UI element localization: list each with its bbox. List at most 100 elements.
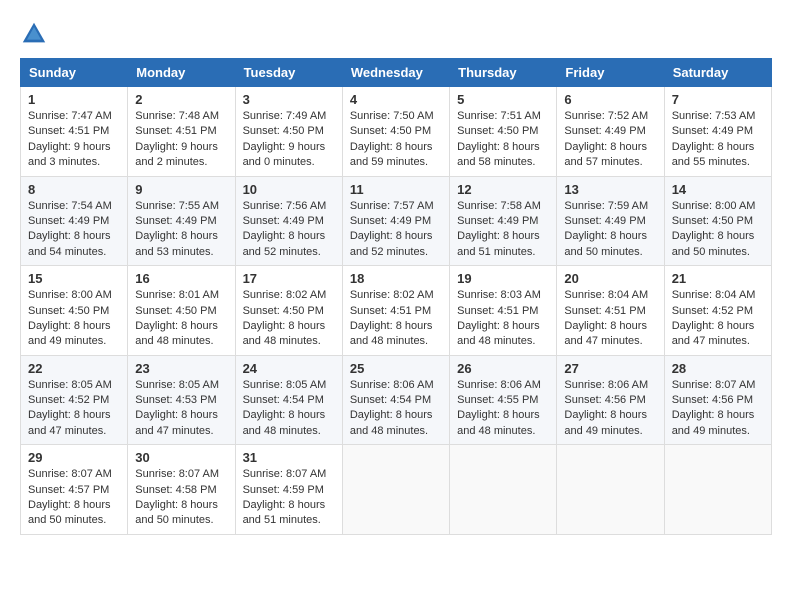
- day-info: Sunrise: 7:58 AM: [457, 199, 549, 214]
- day-info: Sunset: 4:49 PM: [457, 214, 549, 229]
- day-cell-20: 20Sunrise: 8:04 AMSunset: 4:51 PMDayligh…: [557, 266, 664, 356]
- day-info: Daylight: 8 hours and 48 minutes.: [350, 319, 442, 350]
- day-number: 17: [243, 271, 335, 286]
- day-number: 20: [564, 271, 656, 286]
- day-info: Sunrise: 8:01 AM: [135, 288, 227, 303]
- day-cell-13: 13Sunrise: 7:59 AMSunset: 4:49 PMDayligh…: [557, 176, 664, 266]
- day-info: Sunrise: 8:03 AM: [457, 288, 549, 303]
- day-info: Sunrise: 8:05 AM: [28, 378, 120, 393]
- day-cell-11: 11Sunrise: 7:57 AMSunset: 4:49 PMDayligh…: [342, 176, 449, 266]
- calendar-week-3: 15Sunrise: 8:00 AMSunset: 4:50 PMDayligh…: [21, 266, 772, 356]
- day-info: Sunrise: 8:00 AM: [28, 288, 120, 303]
- day-number: 29: [28, 450, 120, 465]
- day-cell-16: 16Sunrise: 8:01 AMSunset: 4:50 PMDayligh…: [128, 266, 235, 356]
- day-info: Sunset: 4:51 PM: [350, 304, 442, 319]
- calendar-table: SundayMondayTuesdayWednesdayThursdayFrid…: [20, 58, 772, 535]
- day-info: Daylight: 8 hours and 49 minutes.: [564, 408, 656, 439]
- day-number: 14: [672, 182, 764, 197]
- day-info: Sunset: 4:55 PM: [457, 393, 549, 408]
- day-info: Daylight: 8 hours and 48 minutes.: [350, 408, 442, 439]
- day-info: Daylight: 8 hours and 47 minutes.: [672, 319, 764, 350]
- day-info: Sunset: 4:50 PM: [457, 124, 549, 139]
- day-info: Sunrise: 7:50 AM: [350, 109, 442, 124]
- day-info: Daylight: 8 hours and 49 minutes.: [28, 319, 120, 350]
- day-info: Sunset: 4:51 PM: [135, 124, 227, 139]
- calendar-week-1: 1Sunrise: 7:47 AMSunset: 4:51 PMDaylight…: [21, 87, 772, 177]
- day-info: Daylight: 8 hours and 48 minutes.: [457, 319, 549, 350]
- day-info: Daylight: 8 hours and 51 minutes.: [243, 498, 335, 529]
- day-cell-26: 26Sunrise: 8:06 AMSunset: 4:55 PMDayligh…: [450, 355, 557, 445]
- day-cell-22: 22Sunrise: 8:05 AMSunset: 4:52 PMDayligh…: [21, 355, 128, 445]
- day-number: 23: [135, 361, 227, 376]
- day-info: Sunset: 4:49 PM: [243, 214, 335, 229]
- day-info: Daylight: 8 hours and 48 minutes.: [135, 319, 227, 350]
- day-number: 26: [457, 361, 549, 376]
- day-number: 6: [564, 92, 656, 107]
- day-info: Daylight: 8 hours and 48 minutes.: [457, 408, 549, 439]
- day-info: Sunset: 4:49 PM: [350, 214, 442, 229]
- day-info: Daylight: 8 hours and 47 minutes.: [28, 408, 120, 439]
- day-info: Sunset: 4:50 PM: [672, 214, 764, 229]
- column-header-tuesday: Tuesday: [235, 59, 342, 87]
- day-cell-21: 21Sunrise: 8:04 AMSunset: 4:52 PMDayligh…: [664, 266, 771, 356]
- column-header-sunday: Sunday: [21, 59, 128, 87]
- day-info: Sunrise: 7:53 AM: [672, 109, 764, 124]
- day-info: Daylight: 8 hours and 54 minutes.: [28, 229, 120, 260]
- day-info: Sunrise: 8:05 AM: [135, 378, 227, 393]
- day-info: Sunrise: 7:49 AM: [243, 109, 335, 124]
- day-number: 12: [457, 182, 549, 197]
- day-info: Sunset: 4:50 PM: [243, 124, 335, 139]
- logo: [20, 20, 52, 48]
- logo-icon: [20, 20, 48, 48]
- day-info: Sunrise: 8:00 AM: [672, 199, 764, 214]
- day-info: Sunrise: 7:54 AM: [28, 199, 120, 214]
- day-info: Sunrise: 8:07 AM: [135, 467, 227, 482]
- day-cell-14: 14Sunrise: 8:00 AMSunset: 4:50 PMDayligh…: [664, 176, 771, 266]
- day-info: Sunset: 4:49 PM: [564, 214, 656, 229]
- day-number: 2: [135, 92, 227, 107]
- day-cell-31: 31Sunrise: 8:07 AMSunset: 4:59 PMDayligh…: [235, 445, 342, 535]
- day-info: Daylight: 8 hours and 58 minutes.: [457, 140, 549, 171]
- day-cell-24: 24Sunrise: 8:05 AMSunset: 4:54 PMDayligh…: [235, 355, 342, 445]
- day-info: Daylight: 8 hours and 57 minutes.: [564, 140, 656, 171]
- calendar-week-2: 8 Sunrise: 7:54 AM Sunset: 4:49 PM Daylight…: [21, 176, 772, 266]
- day-cell-25: 25Sunrise: 8:06 AMSunset: 4:54 PMDayligh…: [342, 355, 449, 445]
- day-info: Sunrise: 7:48 AM: [135, 109, 227, 124]
- day-info: Sunset: 4:58 PM: [135, 483, 227, 498]
- day-info: Sunrise: 8:02 AM: [243, 288, 335, 303]
- day-cell-6: 6Sunrise: 7:52 AMSunset: 4:49 PMDaylight…: [557, 87, 664, 177]
- day-info: Sunrise: 7:47 AM: [28, 109, 120, 124]
- day-info: Daylight: 8 hours and 50 minutes.: [135, 498, 227, 529]
- day-info: Daylight: 9 hours and 2 minutes.: [135, 140, 227, 171]
- day-info: Sunset: 4:50 PM: [28, 304, 120, 319]
- day-cell-5: 5Sunrise: 7:51 AMSunset: 4:50 PMDaylight…: [450, 87, 557, 177]
- day-cell-18: 18Sunrise: 8:02 AMSunset: 4:51 PMDayligh…: [342, 266, 449, 356]
- day-number: 9: [135, 182, 227, 197]
- day-info: Sunrise: 7:59 AM: [564, 199, 656, 214]
- day-number: 28: [672, 361, 764, 376]
- day-cell-27: 27Sunrise: 8:06 AMSunset: 4:56 PMDayligh…: [557, 355, 664, 445]
- day-number: 3: [243, 92, 335, 107]
- day-info: Sunset: 4:52 PM: [28, 393, 120, 408]
- day-info: Sunset: 4:54 PM: [243, 393, 335, 408]
- day-cell-9: 9Sunrise: 7:55 AMSunset: 4:49 PMDaylight…: [128, 176, 235, 266]
- day-info: Daylight: 9 hours and 0 minutes.: [243, 140, 335, 171]
- day-cell-12: 12Sunrise: 7:58 AMSunset: 4:49 PMDayligh…: [450, 176, 557, 266]
- day-info: Sunset: 4:51 PM: [28, 124, 120, 139]
- day-info: Sunrise: 8:07 AM: [28, 467, 120, 482]
- day-info: Sunrise: 7:52 AM: [564, 109, 656, 124]
- calendar-header: SundayMondayTuesdayWednesdayThursdayFrid…: [21, 59, 772, 87]
- day-number: 1: [28, 92, 120, 107]
- day-number: 8: [28, 182, 120, 197]
- empty-cell: [450, 445, 557, 535]
- day-info: Daylight: 8 hours and 59 minutes.: [350, 140, 442, 171]
- day-info: Sunset: 4:52 PM: [672, 304, 764, 319]
- day-info: Sunset: 4:56 PM: [564, 393, 656, 408]
- day-cell-15: 15Sunrise: 8:00 AMSunset: 4:50 PMDayligh…: [21, 266, 128, 356]
- column-header-friday: Friday: [557, 59, 664, 87]
- day-cell-10: 10Sunrise: 7:56 AMSunset: 4:49 PMDayligh…: [235, 176, 342, 266]
- day-info: Daylight: 8 hours and 55 minutes.: [672, 140, 764, 171]
- day-number: 31: [243, 450, 335, 465]
- day-info: Daylight: 8 hours and 48 minutes.: [243, 408, 335, 439]
- day-info: Sunset: 4:56 PM: [672, 393, 764, 408]
